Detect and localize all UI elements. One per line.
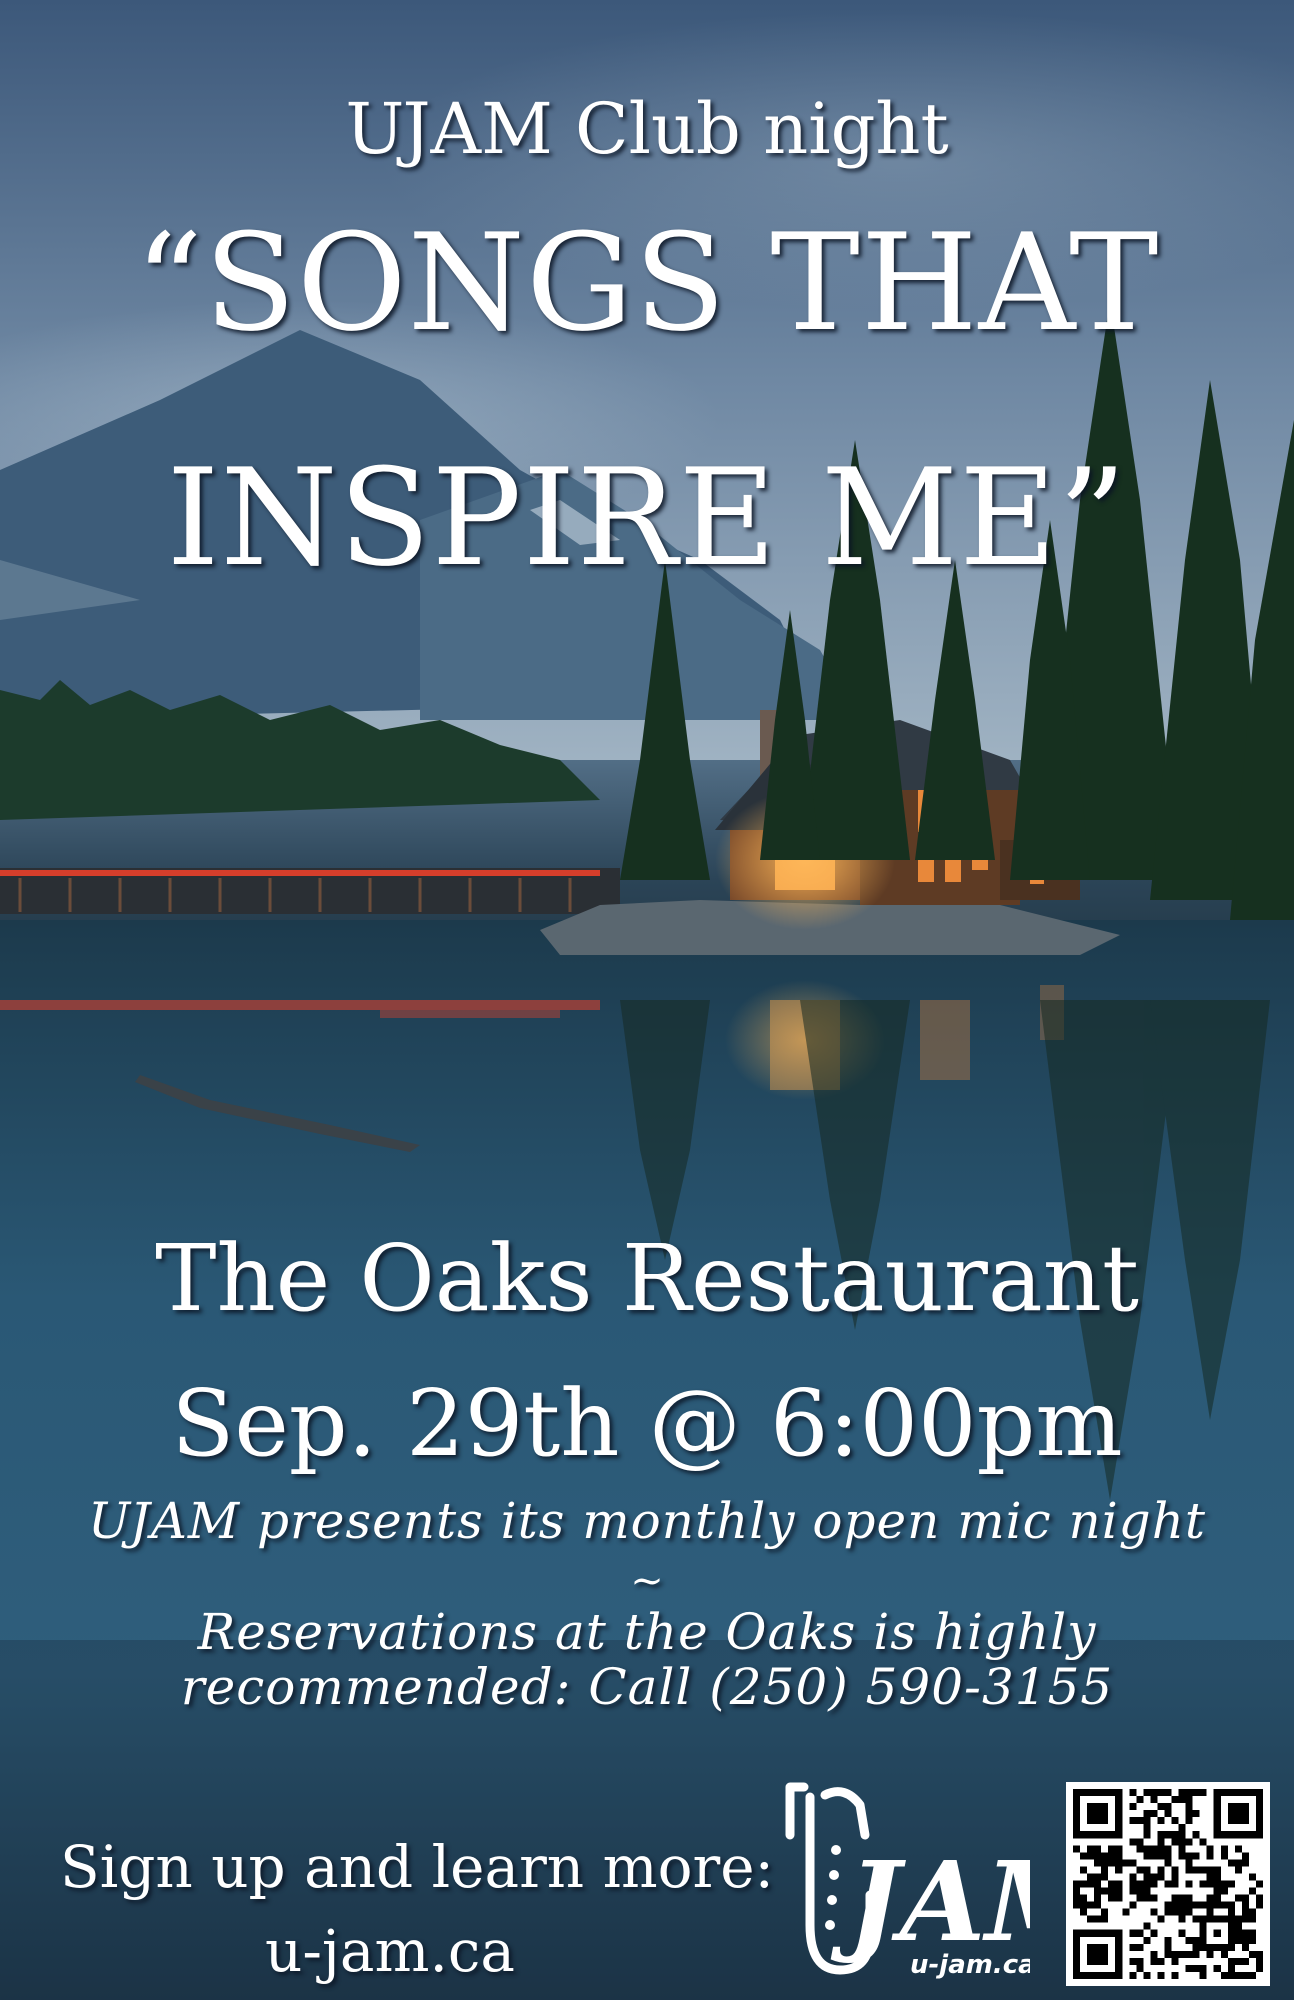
event-title-line-1: “SONGS THAT <box>134 205 1160 361</box>
event-description: UJAM presents its monthly open mic night <box>87 1492 1206 1550</box>
logo-tagline: u-jam.ca <box>910 1950 1030 1980</box>
reservation-note-line-2: recommended: Call (250) 590-3155 <box>180 1658 1114 1716</box>
logo-wordmark: JAM <box>830 1837 1030 1966</box>
club-night-heading: UJAM Club night <box>345 88 949 170</box>
event-title-line-2: INSPIRE ME” <box>166 440 1128 596</box>
website-link[interactable]: u-jam.ca <box>60 1917 720 1985</box>
event-poster: UJAM Club night “SONGS THAT INSPIRE ME” … <box>0 0 1294 2000</box>
separator: ~ <box>630 1558 664 1604</box>
qr-code-icon[interactable] <box>1066 1782 1270 1986</box>
reservation-note-line-1: Reservations at the Oaks is highly <box>197 1603 1097 1661</box>
venue-name: The Oaks Restaurant <box>155 1225 1139 1332</box>
signup-label: Sign up and learn more: <box>60 1833 775 1901</box>
ujam-logo: JAM u-jam.ca <box>785 1782 1030 1980</box>
event-datetime: Sep. 29th @ 6:00pm <box>171 1370 1123 1477</box>
